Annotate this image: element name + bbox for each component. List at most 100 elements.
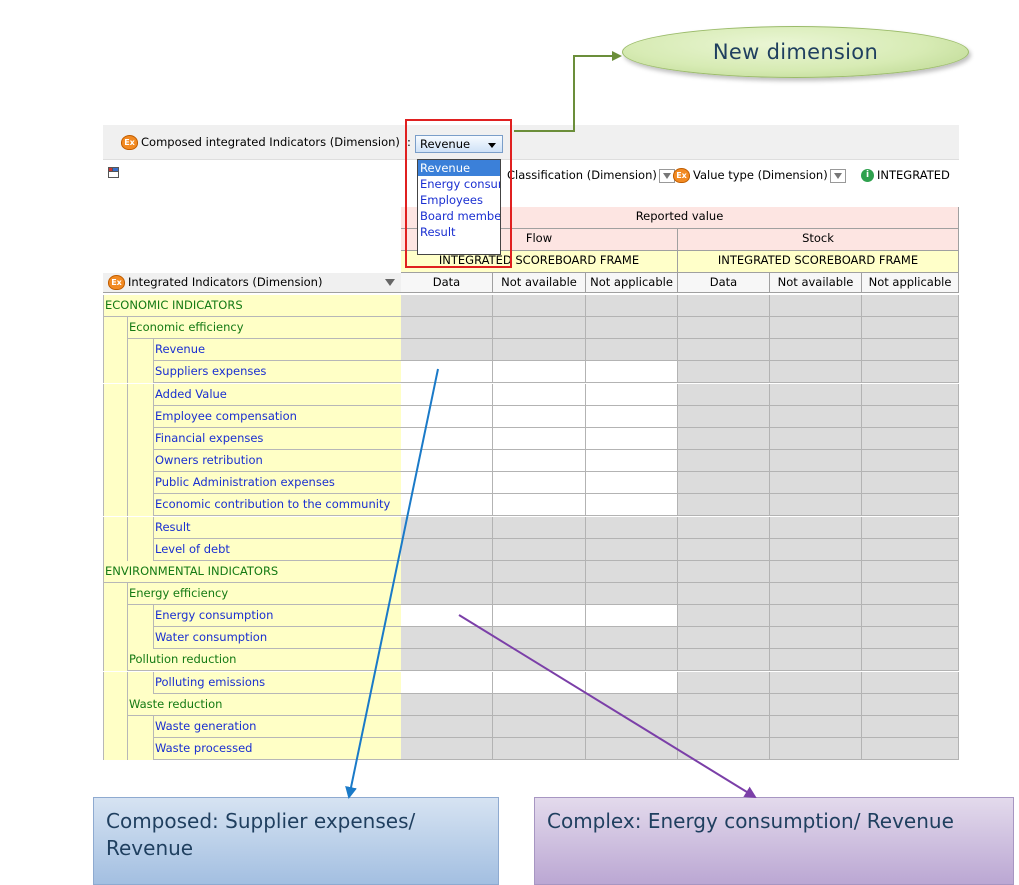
data-cell: [862, 405, 959, 428]
data-cell[interactable]: [493, 472, 586, 495]
data-cell[interactable]: [586, 383, 678, 406]
table-row: Waste reduction: [103, 693, 959, 716]
data-cell: [770, 317, 862, 340]
data-cell[interactable]: [401, 671, 493, 694]
data-cell[interactable]: [493, 450, 586, 473]
indent-guide: [127, 738, 153, 760]
row-label[interactable]: Economic efficiency: [127, 317, 401, 340]
pivot-layout-icon[interactable]: [108, 167, 119, 178]
row-label[interactable]: Suppliers expenses: [153, 361, 401, 384]
data-cell[interactable]: [401, 450, 493, 473]
data-cell: [770, 538, 862, 561]
row-label[interactable]: Polluting emissions: [153, 671, 401, 694]
dimension-ex-icon: Ex: [121, 135, 138, 150]
data-cell[interactable]: [493, 361, 586, 384]
data-cell: [678, 339, 770, 362]
row-label[interactable]: ECONOMIC INDICATORS: [103, 295, 401, 317]
data-cell: [493, 693, 586, 716]
table-row: Level of debt: [103, 538, 959, 561]
app-screenshot: Ex Composed integrated Indicators (Dimens…: [103, 119, 959, 760]
data-cell: [678, 560, 770, 583]
integrated-chip[interactable]: i INTEGRATED: [861, 168, 950, 182]
table-row: Water consumption: [103, 627, 959, 650]
data-cell[interactable]: [586, 472, 678, 495]
data-cell[interactable]: [493, 383, 586, 406]
data-cell: [493, 649, 586, 672]
data-cell: [862, 538, 959, 561]
data-cell: [770, 627, 862, 650]
data-cell: [586, 649, 678, 672]
data-cell[interactable]: [401, 472, 493, 495]
data-cell: [862, 450, 959, 473]
data-cell: [678, 494, 770, 517]
composed-dimension-label: Ex Composed integrated Indicators (Dimens…: [121, 135, 400, 150]
data-cell: [770, 605, 862, 628]
data-cell[interactable]: [586, 605, 678, 628]
data-cell: [493, 339, 586, 362]
row-label[interactable]: Level of debt: [153, 538, 401, 561]
data-cell[interactable]: [493, 494, 586, 517]
data-cell: [862, 693, 959, 716]
data-cell[interactable]: [493, 605, 586, 628]
row-label[interactable]: Waste generation: [153, 715, 401, 738]
data-cell[interactable]: [586, 361, 678, 384]
table-row: Revenue: [103, 339, 959, 362]
row-label[interactable]: ENVIRONMENTAL INDICATORS: [103, 560, 401, 583]
data-cell: [678, 538, 770, 561]
data-cell: [678, 738, 770, 760]
row-label[interactable]: Employee compensation: [153, 405, 401, 428]
data-cell: [586, 516, 678, 539]
classification-dimension-chip[interactable]: Classification (Dimension): [507, 168, 675, 183]
indent-guide: [127, 605, 153, 628]
data-cell: [493, 738, 586, 760]
filter-dropdown-icon[interactable]: [385, 279, 395, 286]
data-cell[interactable]: [493, 671, 586, 694]
data-cell[interactable]: [493, 405, 586, 428]
data-cell: [770, 693, 862, 716]
data-cell: [586, 627, 678, 650]
row-label[interactable]: Revenue: [153, 339, 401, 362]
row-label[interactable]: Waste reduction: [127, 693, 401, 716]
row-dimension-header[interactable]: Ex Integrated Indicators (Dimension): [103, 273, 401, 293]
row-label[interactable]: Owners retribution: [153, 450, 401, 473]
data-cell: [678, 582, 770, 605]
table-row: Employee compensation: [103, 405, 959, 428]
data-cell: [678, 693, 770, 716]
data-cell: [401, 582, 493, 605]
data-cell[interactable]: [493, 427, 586, 450]
row-label[interactable]: Financial expenses: [153, 427, 401, 450]
header-frame-stock: INTEGRATED SCOREBOARD FRAME: [678, 251, 959, 273]
indent-guide: [103, 582, 127, 605]
row-label[interactable]: Energy efficiency: [127, 582, 401, 605]
data-cell[interactable]: [401, 494, 493, 517]
row-label[interactable]: Energy consumption: [153, 605, 401, 628]
row-label[interactable]: Water consumption: [153, 627, 401, 650]
row-label[interactable]: Added Value: [153, 383, 401, 406]
data-cell: [493, 627, 586, 650]
data-cell[interactable]: [401, 427, 493, 450]
indent-guide: [127, 494, 153, 517]
row-label[interactable]: Result: [153, 516, 401, 539]
data-cell[interactable]: [586, 427, 678, 450]
complex-callout: Complex: Energy consumption/ Revenue: [534, 797, 1014, 885]
data-cell[interactable]: [586, 450, 678, 473]
row-label[interactable]: Economic contribution to the community: [153, 494, 401, 517]
data-cell[interactable]: [586, 494, 678, 517]
data-cell: [770, 582, 862, 605]
data-cell: [401, 339, 493, 362]
filter-dropdown-icon[interactable]: [829, 168, 846, 183]
data-cell[interactable]: [401, 383, 493, 406]
row-label[interactable]: Waste processed: [153, 738, 401, 760]
data-cell[interactable]: [401, 361, 493, 384]
row-label[interactable]: Public Administration expenses: [153, 472, 401, 495]
row-label[interactable]: Pollution reduction: [127, 649, 401, 672]
data-cell[interactable]: [401, 605, 493, 628]
indent-guide: [127, 361, 153, 384]
data-cell[interactable]: [586, 671, 678, 694]
data-cell[interactable]: [401, 405, 493, 428]
value-type-dimension-chip[interactable]: Ex Value type (Dimension): [673, 168, 846, 183]
data-cell[interactable]: [586, 405, 678, 428]
data-cell: [678, 671, 770, 694]
indent-guide: [127, 450, 153, 473]
data-cell: [770, 649, 862, 672]
